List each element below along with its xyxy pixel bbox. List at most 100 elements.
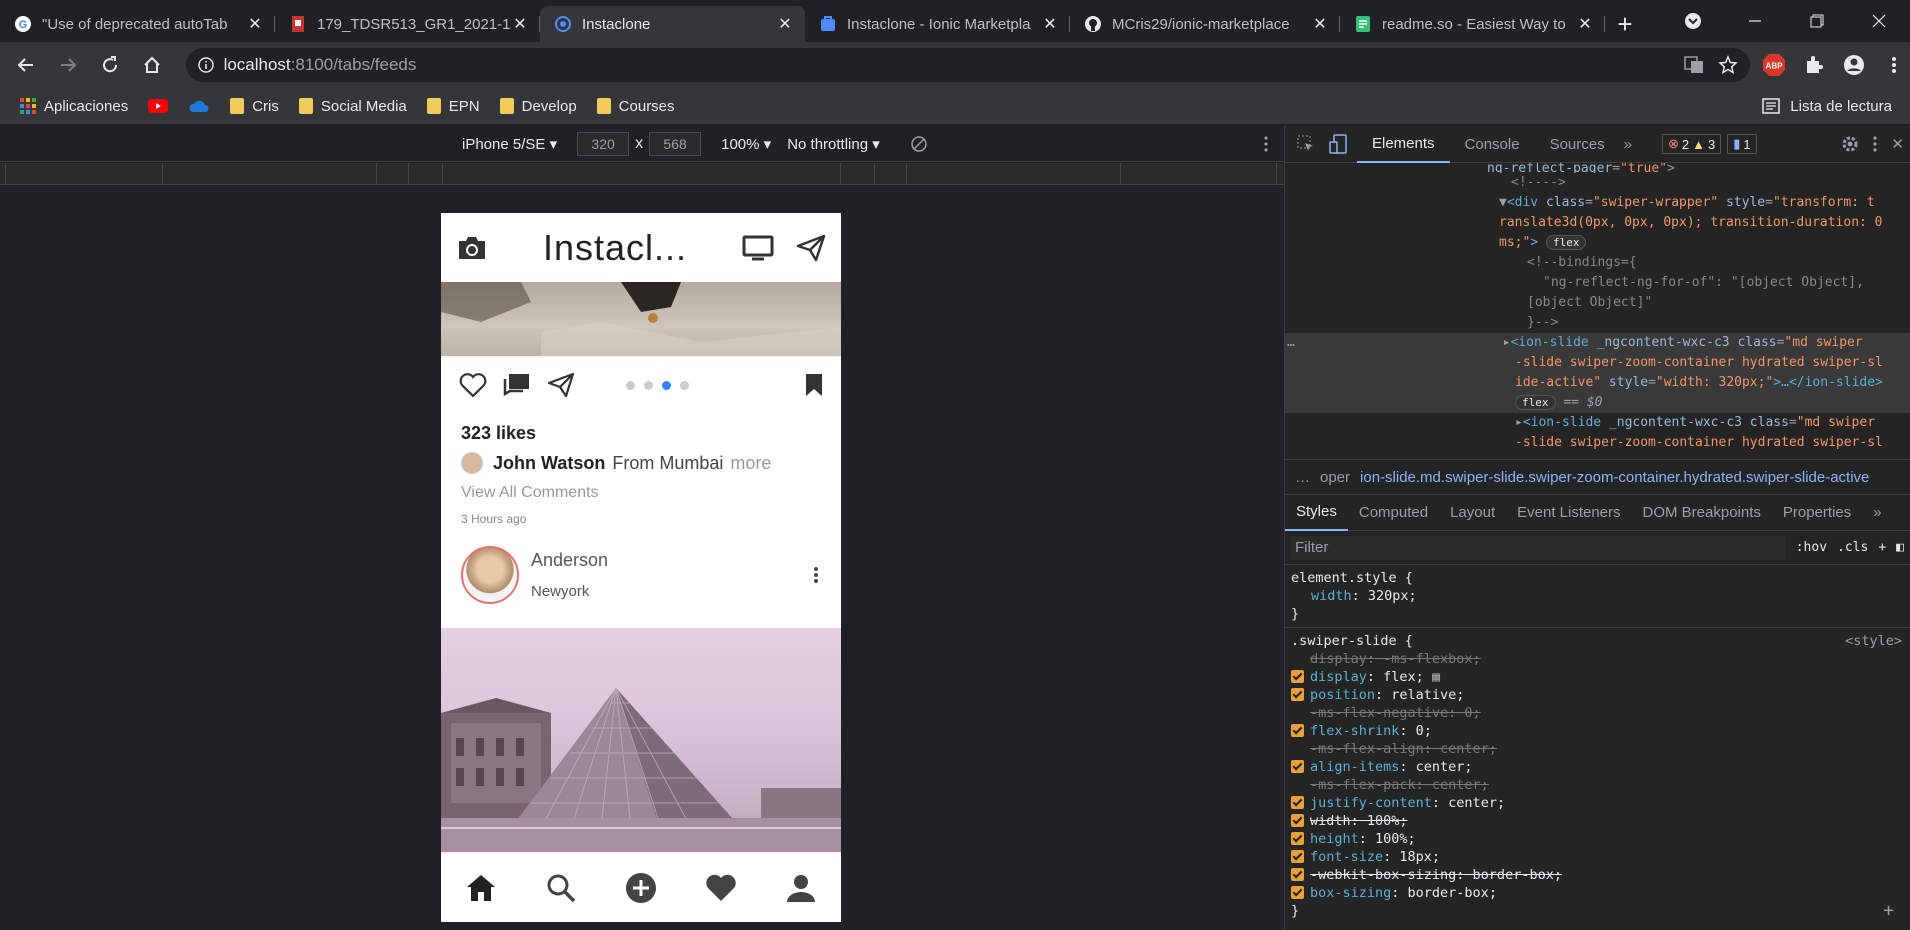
browser-tab-active[interactable]: Instaclone ✕ [540,6,805,42]
add-circle-icon[interactable] [623,870,659,906]
heart-icon[interactable] [703,870,739,906]
checkbox[interactable] [1291,760,1304,773]
more-link[interactable]: more [730,453,771,474]
add-property-icon[interactable]: + [1883,902,1894,920]
issues-badge[interactable]: ⊗ 2 ▲ 3 [1661,134,1722,154]
send-icon[interactable] [796,234,826,262]
person-icon[interactable] [783,870,819,906]
checkbox[interactable] [1291,688,1304,701]
bookmark-youtube[interactable] [148,99,169,113]
more-options-icon[interactable] [1264,135,1268,152]
search-icon[interactable] [543,870,579,906]
home-button[interactable] [136,49,168,81]
forward-button[interactable] [52,49,84,81]
adblock-icon[interactable]: ABP [1758,49,1790,81]
avatar[interactable] [461,546,519,604]
translate-icon[interactable] [1684,55,1704,75]
bookmark-folder[interactable]: Cris [230,98,279,115]
profile-icon[interactable] [1838,49,1870,81]
tab-dom-breakpoints[interactable]: DOM Breakpoints [1632,495,1772,531]
css-rules[interactable]: element.style { width: 320px; } .swiper-… [1285,565,1910,924]
star-icon[interactable] [1718,55,1739,75]
restore-button[interactable] [1786,0,1848,42]
close-icon[interactable]: ✕ [1310,14,1330,34]
post-username[interactable]: Anderson [531,550,608,571]
throttling-select[interactable]: No throttling ▾ [787,135,880,153]
close-icon[interactable]: ✕ [245,14,265,34]
device-toggle-icon[interactable] [1329,134,1347,154]
checkbox[interactable] [1291,670,1304,683]
reload-button[interactable] [94,49,126,81]
new-tab-button[interactable]: + [1605,6,1645,42]
checkbox[interactable] [1291,886,1304,899]
rotate-icon[interactable] [910,135,928,153]
tab-console[interactable]: Console [1450,126,1535,163]
browser-tab[interactable]: readme.so - Easiest Way to ✕ [1340,6,1605,42]
cls-button[interactable]: .cls [1837,540,1868,555]
bookmark-folder[interactable]: Social Media [298,98,407,115]
browser-tab[interactable]: MCris29/ionic-marketplace ✕ [1070,6,1340,42]
close-window-button[interactable] [1848,0,1910,42]
filter-input[interactable]: Filter [1291,535,1786,560]
browser-tab[interactable]: 179_TDSR513_GR1_2021-1: ✕ [275,6,540,42]
checkbox[interactable] [1291,868,1304,881]
tab-sources[interactable]: Sources [1535,126,1620,163]
checkbox[interactable] [1291,832,1304,845]
more-tabs-icon[interactable]: » [1624,136,1632,153]
tab-event-listeners[interactable]: Event Listeners [1506,495,1631,531]
pagination-dot-active[interactable] [662,380,671,390]
bookmark-onedrive[interactable] [188,99,210,113]
browser-tab[interactable]: G "Use of deprecated autoTab ✕ [0,6,275,42]
post-image[interactable] [441,628,841,852]
close-icon[interactable]: ✕ [1575,14,1595,34]
bookmark-icon[interactable] [804,373,824,397]
more-vertical-icon[interactable] [1873,136,1878,152]
tab-layout[interactable]: Layout [1439,495,1506,531]
width-input[interactable]: 320 [577,131,630,156]
more-vertical-icon[interactable] [813,565,819,585]
tv-icon[interactable] [742,235,774,261]
element-width-value[interactable]: 320px; [1368,588,1417,604]
tab-search-button[interactable] [1662,0,1724,42]
zoom-select[interactable]: 100% ▾ [721,135,771,153]
checkbox[interactable] [1291,796,1304,809]
checkbox[interactable] [1291,724,1304,737]
minimize-button[interactable] [1724,0,1786,42]
dom-tree[interactable]: ng-reflect-pager="true"> <!----> ▼<div c… [1285,163,1910,459]
pagination-dot[interactable] [626,380,635,390]
pagination-dot[interactable] [644,380,653,390]
breadcrumb-item-active[interactable]: ion-slide.md.swiper-slide.swiper-zoom-co… [1360,469,1869,486]
bookmark-folder[interactable]: Develop [499,98,577,115]
bookmark-folder[interactable]: Courses [596,98,675,115]
menu-icon[interactable] [1878,49,1910,81]
post-username[interactable]: John Watson [493,453,605,474]
reading-list-button[interactable]: Lista de lectura [1762,98,1892,115]
selected-node[interactable]: … ▸<ion-slide _ngcontent-wxc-c3 class="m… [1285,333,1910,413]
add-rule-icon[interactable]: + [1878,540,1886,555]
close-icon[interactable]: ✕ [1040,14,1060,34]
address-bar[interactable]: localhost:8100/tabs/feeds [185,48,1751,82]
pagination-dot[interactable] [680,380,689,390]
close-icon[interactable]: ✕ [510,14,530,34]
tab-elements[interactable]: Elements [1357,126,1450,163]
avatar[interactable] [461,452,483,474]
tab-properties[interactable]: Properties [1772,495,1862,531]
breadcrumb-item[interactable]: oper [1320,469,1350,486]
info-icon[interactable] [197,57,214,73]
sidebar-toggle-icon[interactable]: ◧ [1896,540,1904,555]
view-all-comments-link[interactable]: View All Comments [441,474,841,502]
bookmark-apps[interactable]: Aplicaciones [20,98,128,115]
camera-icon[interactable] [456,234,488,262]
messages-badge[interactable]: ▮ 1 [1727,134,1757,154]
checkbox[interactable] [1291,850,1304,863]
back-button[interactable] [10,49,42,81]
tab-computed[interactable]: Computed [1348,495,1439,531]
share-icon[interactable] [546,370,576,400]
inspect-element-icon[interactable] [1297,135,1315,153]
close-icon[interactable]: ✕ [1891,135,1904,153]
browser-tab[interactable]: Instaclone - Ionic Marketpla ✕ [805,6,1070,42]
extensions-icon[interactable] [1798,49,1830,81]
breadcrumb-ellipsis[interactable]: … [1295,469,1310,486]
bookmark-folder[interactable]: EPN [426,98,480,115]
comments-icon[interactable] [502,370,532,400]
